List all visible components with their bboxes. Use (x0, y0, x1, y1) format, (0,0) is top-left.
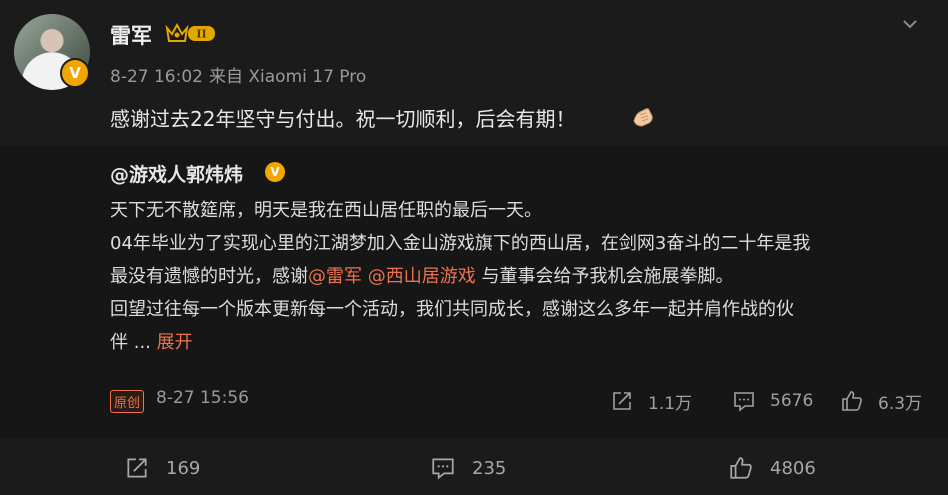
mention-link[interactable]: @雷军 (308, 266, 362, 287)
post-text: 感谢过去22年坚守与付出。祝一切顺利，后会有期！ (110, 107, 576, 131)
repost-comment-button[interactable]: 5676 (732, 388, 813, 414)
comment-button[interactable]: 235 (430, 455, 506, 481)
forward-icon (127, 458, 147, 478)
like-button[interactable]: 4806 (728, 455, 816, 481)
post-source: 来自 Xiaomi 17 Pro (208, 67, 367, 87)
repost-text-segment: 最没有遗憾的时光，感谢 (110, 266, 308, 287)
comment-icon (734, 392, 754, 412)
forward-button[interactable]: 169 (124, 455, 200, 481)
crown-level-badge-icon: II (165, 22, 215, 42)
forward-icon (613, 392, 631, 410)
repost-time[interactable]: 8-27 15:56 (156, 388, 249, 408)
forward-count: 1.1万 (648, 393, 693, 414)
verified-badge-icon: V (60, 58, 90, 88)
repost-card[interactable]: @游戏人郭炜炜 V 天下无不散筵席，明天是我在西山居任职的最后一天。 04年毕业… (0, 146, 948, 439)
comment-icon (432, 458, 454, 480)
repost-forward-button[interactable]: 1.1万 (610, 388, 692, 414)
weibo-post: V 雷军 II 8-27 16:02 来自 Xiaomi 17 Pro 感谢过去2… (0, 0, 948, 495)
thumbs-up-icon (842, 391, 862, 411)
chevron-down-icon[interactable] (900, 14, 920, 34)
repost-line: 天下无不散筵席，明天是我在西山居任职的最后一天。 (110, 200, 542, 221)
repost-line: 04年毕业为了实现心里的江湖梦加入金山游戏旗下的西山居，在剑网3奋斗的二十年是我 (110, 233, 811, 254)
post-actions-bar: 169 235 4806 (0, 439, 948, 495)
repost-line: 回望过往每一个版本更新每一个活动，我们共同成长，感谢这么多年一起并肩作战的伙 (110, 299, 794, 320)
expand-link[interactable]: 展开 (157, 332, 193, 353)
repost-footer: 原创 8-27 15:56 1.1万 5676 6.3万 (110, 388, 930, 414)
repost-like-button[interactable]: 6.3万 (840, 388, 922, 414)
post-meta: 8-27 16:02 来自 Xiaomi 17 Pro (110, 62, 366, 87)
mention-link[interactable]: @西山居游戏 (368, 266, 476, 287)
comment-count: 235 (472, 457, 507, 479)
thumbs-up-icon (730, 457, 752, 479)
repost-text-segment: 与董事会给予我机会施展拳脚。 (475, 266, 734, 287)
repost-username[interactable]: @游戏人郭炜炜 (110, 160, 243, 187)
repost-verified-icon: V (265, 162, 285, 182)
username[interactable]: 雷军 (110, 20, 152, 50)
repost-line: 最没有遗憾的时光，感谢@雷军 @西山居游戏 与董事会给予我机会施展拳脚。 (110, 260, 940, 293)
handshake-emoji-icon (633, 108, 653, 127)
like-count: 4806 (770, 457, 816, 479)
repost-text: 天下无不散筵席，明天是我在西山居任职的最后一天。 04年毕业为了实现心里的江湖梦… (110, 194, 940, 359)
repost-line: 伴 ... 展开 (110, 326, 940, 359)
comment-count: 5676 (770, 391, 814, 411)
post-time[interactable]: 8-27 16:02 (110, 67, 203, 87)
repost-text-segment: 伴 ... (110, 332, 151, 353)
level-badge-text: II (196, 28, 206, 41)
forward-count: 169 (166, 457, 201, 479)
like-count: 6.3万 (878, 393, 923, 414)
original-tag: 原创 (110, 390, 145, 413)
